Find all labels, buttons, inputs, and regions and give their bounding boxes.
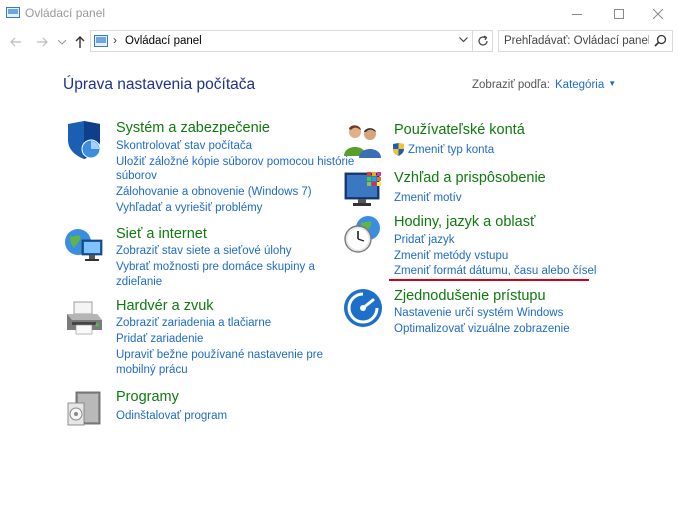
link-optimize-visual-display[interactable]: Optimalizovať vizuálne zobrazenie [394,322,570,337]
view-by-label: Zobraziť podľa: [472,79,550,91]
link-change-theme[interactable]: Zmeniť motív [394,191,462,206]
chevron-down-icon [58,39,66,45]
breadcrumb[interactable]: Ovládací panel [125,35,202,47]
view-by-dropdown[interactable]: Kategória ▼ [555,79,616,91]
uac-shield-icon [393,143,404,156]
category-title[interactable]: Systém a zabezpečenie [116,120,270,136]
link-homegroup-cont[interactable]: zdieľanie [116,275,162,290]
printer-icon[interactable] [64,298,104,338]
refresh-icon [477,35,488,46]
title-bar: Ovládací panel [0,0,679,27]
close-button[interactable] [637,0,679,27]
minimize-button[interactable] [556,0,598,27]
link-file-history-cont[interactable]: súborov [116,169,157,184]
refresh-button[interactable] [473,30,493,52]
address-bar[interactable]: › Ovládací panel [90,30,473,52]
search-icon[interactable] [654,34,667,47]
arrow-right-icon [37,37,48,47]
arrow-up-icon [75,36,85,48]
search-input[interactable] [499,31,649,51]
link-uninstall-program[interactable]: Odinštalovať program [116,409,227,424]
category-title[interactable]: Hardvér a zvuk [116,298,214,314]
maximize-button[interactable] [598,0,640,27]
close-icon [653,8,663,19]
address-dropdown-button[interactable] [459,35,468,46]
page-title: Úprava nastavenia počítača [63,76,256,93]
maximize-icon [614,8,624,19]
highlight-underline [389,279,589,281]
chevron-down-icon [459,37,468,43]
clock-globe-icon[interactable] [343,214,383,254]
link-troubleshoot[interactable]: Vyhľadať a vyriešiť problémy [116,201,262,216]
forward-button[interactable] [32,32,52,52]
back-button[interactable] [6,32,26,52]
link-homegroup[interactable]: Vybrať možnosti pre domáce skupiny a [116,260,315,275]
link-change-date-time-format[interactable]: Zmeniť formát dátumu, času alebo čísel [394,264,596,279]
up-button[interactable] [70,32,90,52]
network-globe-icon[interactable] [64,226,104,266]
navigation-bar: › Ovládací panel [0,27,679,57]
breadcrumb-separator: › [113,33,117,47]
category-title[interactable]: Hodiny, jazyk a oblasť [394,214,535,230]
programs-icon[interactable] [64,389,104,429]
shield-icon[interactable] [64,120,104,160]
link-devices-printers[interactable]: Zobraziť zariadenia a tlačiarne [116,316,271,331]
link-windows-suggest-settings[interactable]: Nastavenie určí systém Windows [394,306,563,321]
control-panel-icon [6,7,20,18]
link-backup-restore[interactable]: Zálohovanie a obnovenie (Windows 7) [116,185,312,200]
link-mobility-settings[interactable]: Upraviť bežne používané nastavenie pre [116,348,323,363]
category-title[interactable]: Zjednodušenie prístupu [394,288,546,304]
recent-locations-button[interactable] [56,32,68,52]
link-network-status[interactable]: Zobraziť stav siete a sieťové úlohy [116,244,291,259]
ease-of-access-icon[interactable] [343,288,383,328]
personalization-icon[interactable] [343,170,383,210]
link-change-input-methods[interactable]: Zmeniť metódy vstupu [394,249,508,264]
users-icon[interactable] [343,122,383,162]
link-add-device[interactable]: Pridať zariadenie [116,332,203,347]
arrow-left-icon [10,37,21,47]
view-by-value[interactable]: Kategória [555,79,604,91]
dropdown-caret-icon: ▼ [608,79,617,88]
search-box[interactable] [498,30,673,52]
link-add-language[interactable]: Pridať jazyk [394,233,455,248]
category-title[interactable]: Vzhľad a prispôsobenie [394,170,546,186]
category-title[interactable]: Programy [116,389,179,405]
link-mobility-settings-cont[interactable]: mobilný prácu [116,363,188,378]
control-panel-icon [94,35,108,47]
window-title: Ovládací panel [25,6,106,20]
link-change-account-type[interactable]: Zmeniť typ konta [408,143,494,158]
minimize-icon [572,13,582,15]
link-file-history[interactable]: Uložiť záložné kópie súborov pomocou his… [116,155,354,170]
link-check-computer-status[interactable]: Skontrolovať stav počítača [116,139,252,154]
category-title[interactable]: Používateľské kontá [394,122,525,138]
category-title[interactable]: Sieť a internet [116,226,207,242]
